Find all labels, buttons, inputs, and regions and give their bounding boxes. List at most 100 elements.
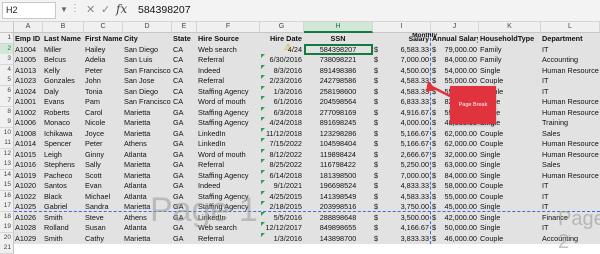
cell[interactable]: IT <box>541 43 600 55</box>
cell[interactable]: A1004 <box>14 43 43 55</box>
cell[interactable]: Ginny <box>84 148 123 160</box>
cell[interactable]: $ <box>431 170 443 181</box>
cell[interactable]: Miller <box>43 43 84 55</box>
cancel-icon[interactable]: ✕ <box>86 3 95 16</box>
cell[interactable]: LinkedIn <box>197 138 260 149</box>
row-header-2[interactable]: 2 <box>0 43 14 55</box>
cell[interactable]: Michael <box>84 190 123 202</box>
cell[interactable]: IT <box>541 75 600 86</box>
cell[interactable]: Smith <box>43 211 84 223</box>
cell[interactable]: GA <box>172 117 197 128</box>
column-header-g[interactable]: G <box>260 22 304 33</box>
cell[interactable]: Indeed <box>197 180 260 191</box>
error-indicator-icon[interactable] <box>261 190 265 195</box>
cell[interactable]: Hailey <box>84 43 123 55</box>
cell[interactable]: GA <box>172 106 197 118</box>
cell[interactable]: $ <box>431 222 443 233</box>
cell[interactable]: 738098221 <box>304 54 373 65</box>
cell[interactable]: 4/24/2018 <box>260 117 304 128</box>
cell[interactable]: GA <box>172 169 197 181</box>
cell[interactable]: 84,000.00 <box>443 54 479 65</box>
cell[interactable]: Pam <box>84 96 123 107</box>
cell[interactable]: Couple <box>479 127 541 139</box>
cell[interactable]: 62,000.00 <box>443 127 479 139</box>
cell[interactable]: 141398549 <box>304 190 373 202</box>
cell[interactable]: Word of mouth <box>197 148 260 160</box>
cell[interactable]: $ <box>373 107 385 118</box>
column-header-h[interactable]: H <box>304 22 373 33</box>
cell[interactable]: 12/12/2017 <box>260 222 304 233</box>
error-indicator-icon[interactable] <box>261 211 265 216</box>
row-header-4[interactable]: 4 <box>0 64 14 76</box>
cell[interactable]: $ <box>373 75 385 86</box>
cell[interactable]: A1029 <box>14 232 43 244</box>
cell[interactable]: $ <box>373 117 385 128</box>
cell[interactable]: $ <box>373 222 385 233</box>
cell[interactable]: Single <box>479 64 541 76</box>
cell[interactable]: A1006 <box>14 117 43 128</box>
cell[interactable]: Human Resources <box>541 138 600 149</box>
cell[interactable]: Single <box>479 222 541 233</box>
error-indicator-icon[interactable] <box>261 222 265 226</box>
cell[interactable]: A1024 <box>14 85 43 97</box>
cell[interactable]: 1/3/2016 <box>260 232 304 244</box>
error-indicator-icon[interactable] <box>261 117 265 121</box>
cell[interactable]: $ <box>431 138 443 149</box>
cell[interactable]: Couple <box>479 232 541 244</box>
cell[interactable]: Nicole <box>84 117 123 128</box>
warning-icon[interactable]: ⚠ <box>284 42 292 53</box>
formula-input[interactable]: 584398207 <box>138 4 191 16</box>
cell[interactable]: 4,583.33 <box>385 75 431 86</box>
cell[interactable]: CA <box>172 96 197 107</box>
cell[interactable]: 4,500.00 <box>385 64 431 76</box>
cell[interactable]: Single <box>479 148 541 160</box>
cell[interactable]: Referral <box>197 54 260 65</box>
cell[interactable]: Single <box>479 211 541 223</box>
cell[interactable]: GA <box>172 180 197 191</box>
cell[interactable]: Atlanta <box>123 180 172 191</box>
cell[interactable]: City <box>123 33 172 44</box>
cell[interactable]: Referral <box>197 159 260 170</box>
cell[interactable]: A1023 <box>14 75 43 86</box>
cell[interactable]: Tonia <box>84 85 123 97</box>
cell[interactable]: 46,000.00 <box>443 232 479 244</box>
cell[interactable]: Belcus <box>43 54 84 65</box>
cell[interactable]: $ <box>431 233 443 244</box>
cell[interactable]: Stephens <box>43 159 84 170</box>
cell[interactable]: 3,833.33 <box>385 232 431 244</box>
cell[interactable]: 891498386 <box>304 64 373 76</box>
cell[interactable]: $ <box>431 44 443 55</box>
cell[interactable]: Last Name <box>43 33 84 44</box>
cell[interactable]: SSN <box>304 33 373 44</box>
name-box-dropdown-icon[interactable]: ▼ <box>60 5 68 14</box>
cell[interactable]: GA <box>172 159 197 170</box>
cell[interactable]: $ <box>431 180 443 191</box>
cell[interactable]: 4/24 <box>260 43 304 55</box>
cell[interactable]: 63,000.00 <box>443 159 479 170</box>
cell[interactable]: Smith <box>43 232 84 244</box>
row-header-3[interactable]: 3 <box>0 54 14 65</box>
cell[interactable]: Staffing Agency <box>197 169 260 181</box>
row-header-19[interactable]: 19 <box>0 222 14 233</box>
row-header-6[interactable]: 6 <box>0 85 14 97</box>
cell[interactable]: John <box>84 75 123 86</box>
cell[interactable]: Joyce <box>84 127 123 139</box>
cell[interactable]: San Diego <box>123 43 172 55</box>
cell[interactable]: Human Resources <box>541 106 600 118</box>
cell[interactable]: Evans <box>43 96 84 107</box>
cell[interactable]: 7,000.00 <box>385 169 431 181</box>
cell[interactable]: 6/1/2016 <box>260 96 304 107</box>
row-header-13[interactable]: 13 <box>0 159 14 170</box>
cell[interactable]: Ichikawa <box>43 127 84 139</box>
cell[interactable]: A1014 <box>14 138 43 149</box>
error-indicator-icon[interactable] <box>261 232 265 237</box>
cell[interactable]: $ <box>431 117 443 128</box>
cell[interactable]: Human Resources <box>541 169 600 181</box>
cell[interactable]: $ <box>373 149 385 160</box>
insert-function-icon[interactable]: fx <box>116 2 127 16</box>
cell[interactable]: $ <box>373 159 385 170</box>
cell[interactable]: Roberts <box>43 106 84 118</box>
cell[interactable]: $ <box>373 170 385 181</box>
cell[interactable]: Couple <box>479 190 541 202</box>
cell[interactable]: $ <box>431 212 443 223</box>
